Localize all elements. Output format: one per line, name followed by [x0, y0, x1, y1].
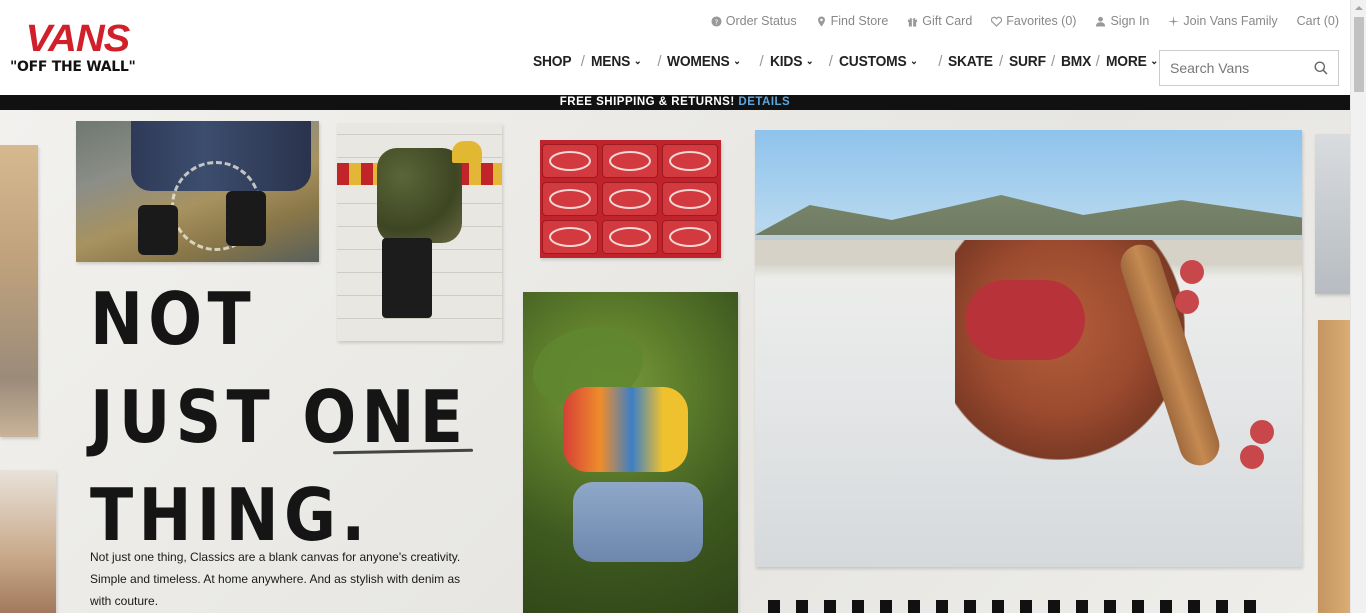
checkerboard-strip	[768, 600, 1268, 613]
nav-womens[interactable]: WOMENS ⌄	[667, 53, 741, 70]
main-nav: SHOP / MENS ⌄ / WOMENS ⌄ / KIDS ⌄ / CUSTOMS…	[533, 53, 1162, 70]
cart-link[interactable]: Cart (0)	[1297, 14, 1339, 28]
collage-photo-skater	[755, 130, 1302, 567]
nav-separator: /	[580, 53, 585, 70]
nav-separator: /	[657, 53, 662, 70]
nav-mens[interactable]: MENS ⌄	[590, 53, 642, 70]
nav-kids-label: KIDS	[769, 53, 802, 70]
collage-photo-red-pattern	[540, 140, 721, 258]
cart-label: Cart (0)	[1296, 14, 1339, 28]
svg-text:?: ?	[714, 17, 718, 26]
nav-separator: /	[1095, 53, 1100, 70]
nav-more-label: MORE	[1105, 53, 1147, 70]
chevron-down-icon: ⌄	[1149, 56, 1158, 67]
headline-line: NOT	[90, 277, 256, 361]
collage-photo-left-bottom	[0, 470, 56, 613]
order-status-label: Order Status	[725, 14, 797, 28]
user-icon	[1096, 16, 1106, 27]
order-status-link[interactable]: ? Order Status	[711, 14, 797, 28]
search-box	[1159, 50, 1339, 86]
nav-separator: /	[1050, 53, 1055, 70]
search-icon[interactable]	[1314, 61, 1328, 75]
utility-nav: ? Order Status Find Store Gift Card Favo…	[692, 14, 1339, 28]
chevron-down-icon: ⌄	[633, 56, 642, 67]
hero-body-copy: Not just one thing, Classics are a blank…	[90, 550, 461, 608]
nav-customs[interactable]: CUSTOMS ⌄	[839, 53, 918, 70]
scroll-thumb[interactable]	[1354, 17, 1364, 92]
nav-bmx-label: BMX	[1060, 53, 1092, 70]
favorites-label: Favorites (0)	[1006, 14, 1077, 28]
page-scrollbar[interactable]	[1350, 0, 1366, 613]
gift-card-label: Gift Card	[922, 14, 973, 28]
collage-photo-right-top	[1315, 134, 1350, 294]
heart-icon	[991, 16, 1003, 27]
nav-shop[interactable]: SHOP	[533, 53, 572, 70]
gift-icon	[908, 17, 918, 27]
collage-photo-plants	[523, 292, 738, 613]
nav-mens-label: MENS	[590, 53, 630, 70]
scroll-up-arrow-icon[interactable]	[1351, 0, 1366, 16]
nav-customs-label: CUSTOMS	[838, 53, 907, 70]
nav-skate[interactable]: SKATE	[948, 53, 993, 70]
search-input[interactable]	[1170, 60, 1310, 76]
vans-logo[interactable]: VANS "OFF THE WALL"	[10, 18, 145, 80]
promo-details-link[interactable]: DETAILS	[738, 96, 790, 108]
favorites-link[interactable]: Favorites (0)	[991, 14, 1076, 28]
nav-bmx[interactable]: BMX	[1061, 53, 1091, 70]
nav-shop-label: SHOP	[533, 53, 572, 70]
gift-card-link[interactable]: Gift Card	[907, 14, 972, 28]
sign-in-label: Sign In	[1110, 14, 1150, 28]
join-family-label: Join Vans Family	[1183, 14, 1278, 28]
nav-surf-label: SURF	[1008, 53, 1046, 70]
chevron-down-icon: ⌄	[805, 56, 813, 67]
nav-separator: /	[828, 53, 833, 70]
collage-photo-left-edge	[0, 145, 38, 437]
promo-text: FREE SHIPPING & RETURNS!	[559, 96, 735, 108]
collage-photo-right-bottom	[1318, 320, 1350, 613]
find-store-link[interactable]: Find Store	[816, 14, 889, 28]
chevron-down-icon: ⌄	[909, 56, 918, 67]
site-header: VANS "OFF THE WALL" ? Order Status Find …	[0, 0, 1350, 95]
join-family-link[interactable]: Join Vans Family	[1168, 14, 1278, 28]
find-store-label: Find Store	[830, 14, 889, 28]
logo-wordmark: VANS	[25, 18, 131, 60]
promo-bar: FREE SHIPPING & RETURNS! DETAILS	[0, 95, 1350, 110]
logo-tagline: "OFF THE WALL"	[10, 59, 136, 75]
chevron-down-icon: ⌄	[733, 56, 742, 67]
hero-banner[interactable]: NOT JUST ONE THING. Not just one thing, …	[0, 110, 1350, 613]
map-pin-icon	[817, 15, 825, 27]
nav-surf[interactable]: SURF	[1009, 53, 1046, 70]
nav-separator: /	[998, 53, 1003, 70]
collage-photo-tied-shoes	[76, 121, 319, 262]
nav-more[interactable]: MORE ⌄	[1106, 53, 1158, 70]
hero-headline: NOT JUST ONE THING.	[90, 270, 468, 564]
nav-separator: /	[759, 53, 764, 70]
nav-skate-label: SKATE	[948, 53, 994, 70]
sign-in-link[interactable]: Sign In	[1095, 14, 1149, 28]
nav-kids[interactable]: KIDS ⌄	[769, 53, 814, 70]
help-circle-icon: ?	[711, 15, 722, 27]
nav-separator: /	[938, 53, 943, 70]
nav-womens-label: WOMENS	[667, 53, 730, 70]
sparkle-icon	[1168, 15, 1180, 27]
